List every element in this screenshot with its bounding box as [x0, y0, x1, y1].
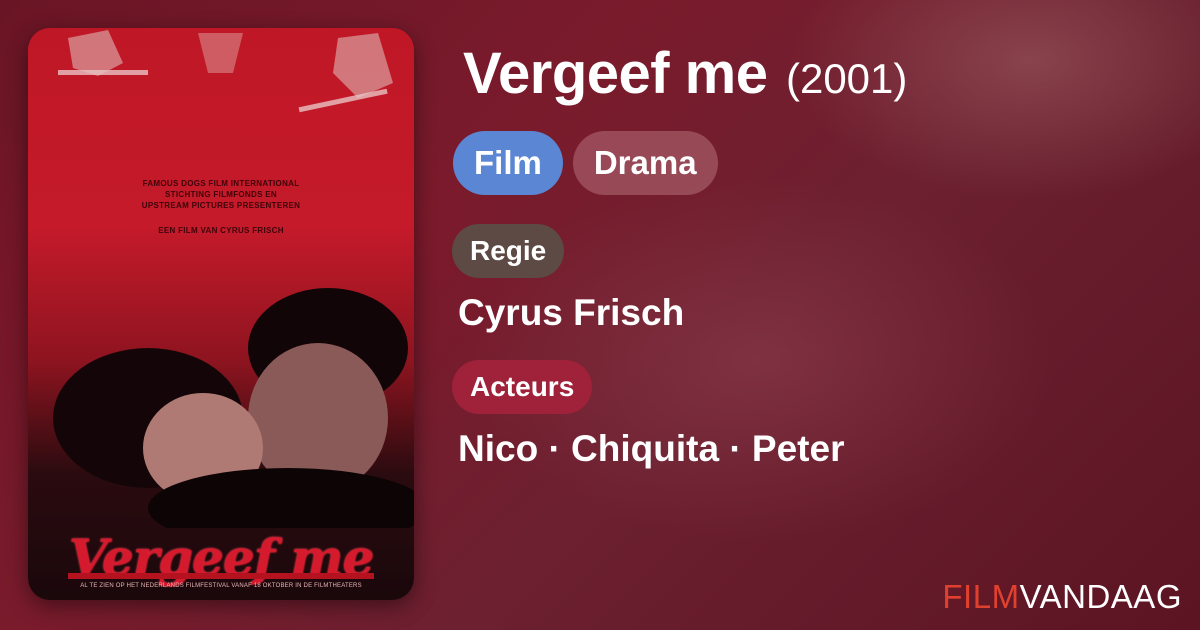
tag-film[interactable]: Film — [453, 131, 563, 195]
movie-poster[interactable]: FAMOUS DOGS FILM INTERNATIONAL STICHTING… — [28, 28, 414, 600]
movie-title-row: Vergeef me (2001) — [463, 40, 907, 107]
actors-label: Acteurs — [452, 360, 593, 414]
brand-logo[interactable]: FILMVANDAAG — [942, 578, 1182, 616]
poster-hands-illustration — [58, 30, 393, 113]
poster-figures-illustration — [53, 288, 414, 528]
actors-list[interactable]: Nico · Chiquita · Peter — [458, 428, 844, 470]
tag-genre[interactable]: Drama — [572, 131, 718, 195]
brand-logo-part2: VANDAAG — [1019, 578, 1182, 615]
poster-credits: FAMOUS DOGS FILM INTERNATIONAL STICHTING… — [141, 179, 301, 235]
movie-title: Vergeef me — [463, 41, 768, 106]
movie-year: (2001) — [785, 55, 908, 102]
poster-divider — [68, 573, 374, 579]
poster-tagline: AL TE ZIEN OP HET NEDERLANDS FILMFESTIVA… — [80, 583, 362, 589]
director-label: Regie — [452, 224, 565, 278]
brand-logo-part1: FILM — [942, 578, 1020, 615]
tag-list: Film Drama — [453, 131, 718, 195]
director-name[interactable]: Cyrus Frisch — [458, 292, 684, 334]
